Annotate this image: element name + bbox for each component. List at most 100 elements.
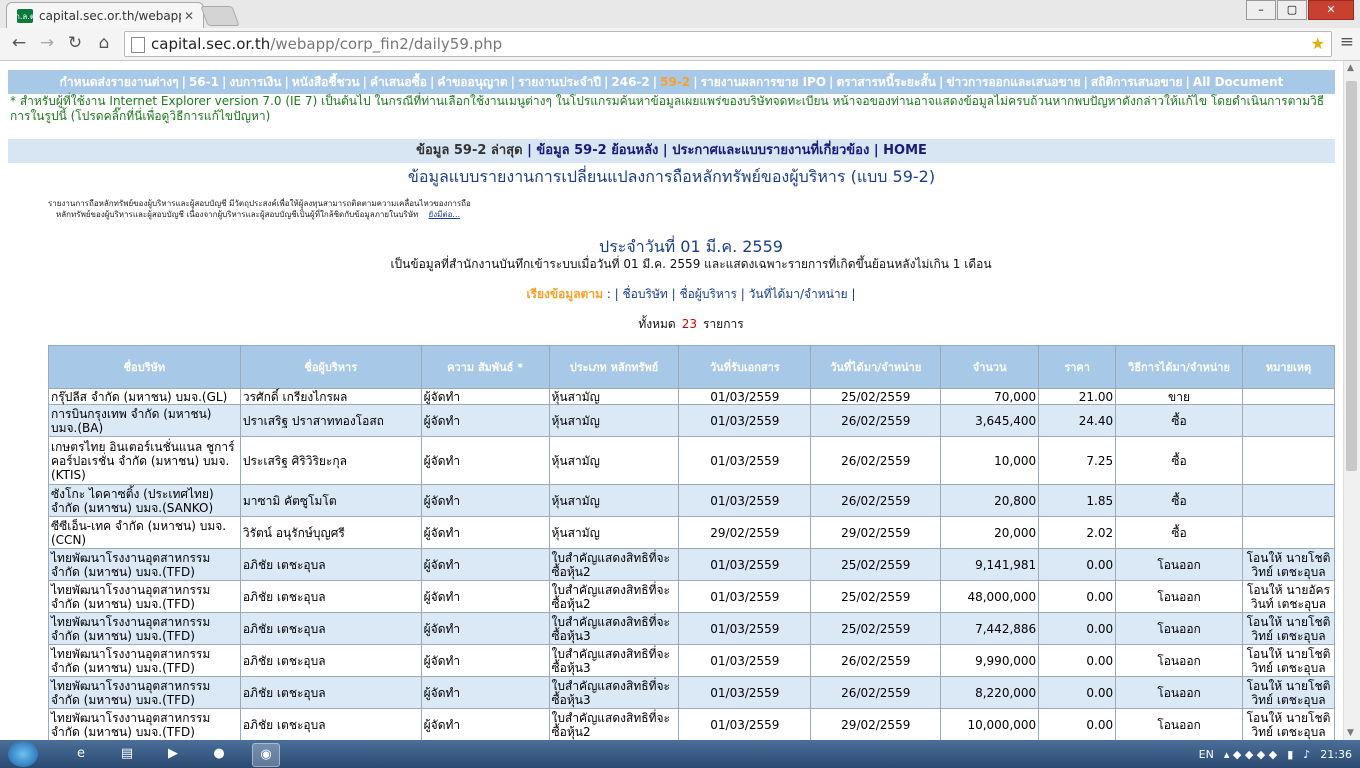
- topmenu-item[interactable]: All Document: [1193, 75, 1283, 89]
- sort-by-company-link[interactable]: ชื่อบริษัท: [623, 287, 668, 301]
- topmenu-item[interactable]: หนังสือชี้ชวน: [292, 75, 360, 89]
- table-cell: 10,000,000: [940, 708, 1040, 740]
- table-cell: 01/03/2559: [678, 580, 812, 613]
- table-cell: มาซามิ คัตซูโมโต: [239, 484, 422, 517]
- topmenu-item[interactable]: สถิติการเสนอขาย: [1091, 75, 1183, 89]
- tab-close-icon[interactable]: ✕: [181, 9, 197, 23]
- table-cell: ผู้จัดทำ: [420, 388, 550, 405]
- subnav-current[interactable]: ข้อมูล 59-2 ล่าสุด: [416, 143, 522, 158]
- table-cell: [1241, 516, 1336, 549]
- table-cell: [1241, 436, 1336, 485]
- total-prefix: ทั้งหมด: [638, 317, 676, 331]
- table-cell: ซื้อ: [1115, 404, 1243, 437]
- table-cell: ไทยพัฒนาโรงงานอุตสาหกรรม จำกัด (มหาชน) บ…: [48, 612, 241, 645]
- menu-separator: |: [693, 75, 698, 89]
- column-header[interactable]: ราคา: [1038, 345, 1117, 389]
- table-cell: เกษตรไทย อินเตอร์เนชั่นแนล ชูการ์ คอร์ปอ…: [48, 436, 241, 485]
- sort-label: เรียงข้อมูลตาม: [526, 287, 603, 301]
- topmenu-item[interactable]: รายงานผลการขาย IPO: [701, 75, 826, 89]
- table-cell: ใบสำคัญแสดงสิทธิที่จะซื้อหุ้น3: [548, 644, 680, 677]
- column-header[interactable]: วิธีการได้มา/จำหน่าย: [1115, 345, 1243, 389]
- sort-options: เรียงข้อมูลตาม : | ชื่อบริษัท | ชื่อผู้บ…: [526, 287, 856, 301]
- network-icon[interactable]: ▮: [1287, 748, 1293, 761]
- column-header[interactable]: ชื่อบริษัท: [48, 345, 241, 389]
- bookmark-star-icon[interactable]: ★: [1311, 32, 1325, 56]
- address-bar[interactable]: capital.sec.or.th/webapp/corp_fin2/daily…: [124, 31, 1332, 57]
- table-row: ไทยพัฒนาโรงงานอุตสาหกรรม จำกัด (มหาชน) บ…: [48, 676, 1336, 709]
- topmenu-item[interactable]: คำเสนอซื้อ: [370, 75, 427, 89]
- topmenu-item[interactable]: ข่าวการออกและเสนอขาย: [946, 75, 1080, 89]
- new-tab-button[interactable]: [200, 6, 240, 26]
- window-close-button[interactable]: ✕: [1308, 0, 1354, 20]
- media-player-icon[interactable]: ▶: [160, 743, 186, 765]
- notice-help-link[interactable]: (โปรดคลิ๊กที่นี่เพื่อดูวิธีการแก้ไขปัญหา…: [71, 109, 271, 123]
- chrome-taskbar-icon[interactable]: ◉: [252, 743, 280, 767]
- browser-tab-strip: ก.ล.ต capital.sec.or.th/webapp/c ✕ – ▢ ✕: [0, 0, 1360, 29]
- table-cell: [1241, 388, 1336, 405]
- table-cell: 20,000: [940, 516, 1040, 549]
- volume-icon[interactable]: ♪: [1303, 748, 1310, 761]
- file-explorer-icon[interactable]: ▤: [114, 743, 140, 765]
- home-icon[interactable]: ⌂: [93, 32, 115, 54]
- column-header[interactable]: ประเภท หลักทรัพย์: [548, 345, 680, 389]
- column-header[interactable]: ความ สัมพันธ์ *: [420, 345, 550, 389]
- sub-navigation: ข้อมูล 59-2 ล่าสุด | ข้อมูล 59-2 ย้อนหลั…: [8, 139, 1335, 163]
- windows-taskbar: e ▤ ▶ ● ◉ EN ▴ ◆ ◆ ◆ ◆ ▮ ♪ 21:36: [0, 740, 1360, 768]
- topmenu-item[interactable]: 56-1: [189, 75, 219, 89]
- sort-by-executive-link[interactable]: ชื่อผู้บริหาร: [679, 287, 737, 301]
- column-header[interactable]: หมายเหตุ: [1241, 345, 1336, 389]
- language-indicator[interactable]: EN: [1199, 748, 1214, 761]
- maximize-button[interactable]: ▢: [1277, 0, 1307, 20]
- subnav-back-link[interactable]: ข้อมูล 59-2 ย้อนหลัง: [536, 143, 658, 158]
- table-cell: 0.00: [1038, 676, 1117, 709]
- column-header[interactable]: วันที่รับเอกสาร: [678, 345, 812, 389]
- table-cell: ไทยพัฒนาโรงงานอุตสาหกรรม จำกัด (มหาชน) บ…: [48, 708, 241, 740]
- scroll-down-icon[interactable]: ▼: [1347, 728, 1354, 738]
- subnav-home-link[interactable]: HOME: [883, 143, 927, 158]
- menu-separator: |: [181, 75, 186, 89]
- table-cell: ใบสำคัญแสดงสิทธิที่จะซื้อหุ้น3: [548, 676, 680, 709]
- topmenu-item[interactable]: กำหนดส่งรายงานต่างๆ: [60, 75, 179, 89]
- chrome-menu-icon[interactable]: ≡: [1340, 32, 1354, 52]
- table-cell: 01/03/2559: [678, 436, 812, 485]
- scroll-up-icon[interactable]: ▲: [1347, 63, 1354, 73]
- column-header[interactable]: วันที่ได้มา/จำหน่าย: [810, 345, 942, 389]
- table-row: ไทยพัฒนาโรงงานอุตสาหกรรม จำกัด (มหาชน) บ…: [48, 580, 1336, 613]
- table-row: เกษตรไทย อินเตอร์เนชั่นแนล ชูการ์ คอร์ปอ…: [48, 436, 1336, 485]
- minimize-button[interactable]: –: [1246, 0, 1276, 20]
- sort-by-date-link[interactable]: วันที่ได้มา/จำหน่าย: [749, 287, 848, 301]
- table-cell: 01/03/2559: [678, 676, 812, 709]
- topmenu-item[interactable]: 59-2: [660, 75, 690, 89]
- column-header[interactable]: จำนวน: [940, 345, 1040, 389]
- table-body: กรุ๊ปลีส จำกัด (มหาชน) บมจ.(GL) วรศักดิ์ …: [48, 388, 1336, 740]
- subnav-announce-link[interactable]: ประกาศและแบบรายงานที่เกี่ยวข้อง: [672, 143, 869, 158]
- firefox-icon[interactable]: ●: [206, 743, 232, 765]
- topmenu-item[interactable]: งบการเงิน: [229, 75, 281, 89]
- page-title: ข้อมูลแบบรายงานการเปลี่ยนแปลงการถือหลักท…: [407, 167, 936, 186]
- topmenu-item[interactable]: ตราสารหนี้ระยะสั้น: [836, 75, 936, 89]
- table-row: ไทยพัฒนาโรงงานอุตสาหกรรม จำกัด (มหาชน) บ…: [48, 548, 1336, 581]
- tray-apps-icon[interactable]: ▴ ◆ ◆ ◆ ◆: [1224, 748, 1277, 761]
- browser-tab[interactable]: ก.ล.ต capital.sec.or.th/webapp/c ✕: [6, 2, 204, 29]
- back-arrow-icon[interactable]: ←: [8, 32, 30, 54]
- menu-separator: |: [362, 75, 367, 89]
- topmenu-item[interactable]: 246-2: [611, 75, 649, 89]
- read-more-link[interactable]: ยังมีต่อ...: [429, 210, 461, 219]
- topmenu-item[interactable]: รายงานประจำปี: [518, 75, 601, 89]
- scroll-thumb[interactable]: [1346, 81, 1357, 471]
- table-cell: ผู้จัดทำ: [420, 676, 550, 709]
- clock[interactable]: 21:36: [1320, 748, 1352, 761]
- table-row: กรุ๊ปลีส จำกัด (มหาชน) บมจ.(GL) วรศักดิ์ …: [48, 388, 1336, 405]
- column-header[interactable]: ชื่อผู้บริหาร: [239, 345, 422, 389]
- total-suffix: รายการ: [703, 317, 744, 331]
- topmenu-item[interactable]: คำขออนุญาต: [437, 75, 507, 89]
- start-button[interactable]: [8, 741, 38, 767]
- table-cell: โอนให้ นายโชติวิทย์ เตชะอุบล: [1241, 644, 1336, 677]
- forward-arrow-icon[interactable]: →: [36, 32, 58, 54]
- total-count: ทั้งหมด 23 รายการ: [0, 315, 1343, 334]
- table-cell: 21.00: [1038, 388, 1117, 405]
- reload-icon[interactable]: ↻: [64, 32, 86, 54]
- menu-separator: |: [938, 75, 944, 89]
- internet-explorer-icon[interactable]: e: [68, 743, 94, 765]
- page-scrollbar[interactable]: ▲ ▼: [1343, 61, 1360, 740]
